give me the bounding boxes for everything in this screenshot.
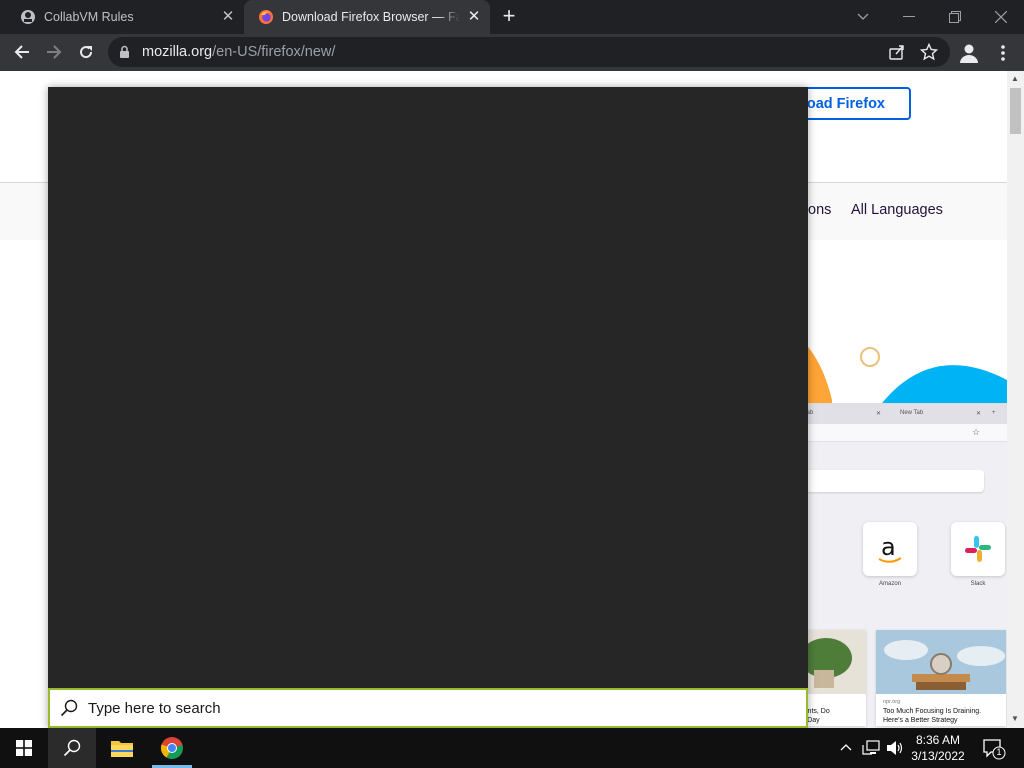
- tile-label: Slack: [970, 581, 986, 587]
- clock-time: 8:36 AM: [915, 733, 961, 747]
- clock-date: 3/13/2022: [911, 749, 965, 763]
- page-scrollbar[interactable]: ▲ ▼: [1007, 71, 1024, 728]
- taskbar-search-button[interactable]: [48, 728, 96, 768]
- restore-button[interactable]: [932, 0, 978, 34]
- arrow-right-icon: [47, 45, 62, 59]
- new-tab-button[interactable]: +: [498, 5, 520, 28]
- scroll-down-arrow-icon[interactable]: ▼: [1011, 714, 1019, 723]
- browser-tabstrip: CollabVM Rules ✕ Download Firefox Browse…: [0, 0, 1024, 34]
- windows-search-input[interactable]: Type here to search: [48, 688, 808, 728]
- reload-icon: [80, 46, 93, 59]
- firefox-icon: [259, 10, 273, 24]
- slack-icon: [951, 522, 1005, 576]
- file-explorer-button[interactable]: [98, 728, 146, 768]
- amazon-icon: a: [863, 522, 917, 576]
- arrow-left-icon: [14, 45, 29, 59]
- system-clock[interactable]: 8:36 AM 3/13/2022: [904, 732, 972, 764]
- minimize-icon: [903, 16, 915, 17]
- tab-search-button[interactable]: [840, 0, 886, 34]
- minimize-button[interactable]: [886, 0, 932, 34]
- search-icon: [63, 739, 81, 757]
- network-icon[interactable]: [862, 740, 880, 756]
- address-bar[interactable]: mozilla.org/en-US/firefox/new/: [108, 37, 950, 67]
- url-host: mozilla.org: [142, 44, 213, 60]
- scrollbar-thumb[interactable]: [1010, 88, 1021, 134]
- folder-icon: [111, 741, 133, 757]
- notification-count: 1: [996, 747, 1002, 757]
- chrome-taskbar-button[interactable]: [148, 728, 196, 768]
- action-center-button[interactable]: 1: [982, 738, 1006, 760]
- mock-url-bar: ☆: [780, 424, 1007, 442]
- forward-button[interactable]: [40, 38, 68, 66]
- bookmark-star-icon[interactable]: [920, 43, 938, 61]
- close-icon: ✕: [876, 411, 882, 417]
- url-path: /en-US/firefox/new/: [212, 44, 336, 60]
- clock-image: [876, 630, 1006, 694]
- back-button[interactable]: [8, 38, 36, 66]
- mock-search-field: [806, 470, 984, 492]
- reload-button[interactable]: [72, 38, 100, 66]
- screen: CollabVM Rules ✕ Download Firefox Browse…: [0, 0, 1024, 768]
- story-headline: Too Much Focusing Is Draining. Here's a …: [883, 708, 982, 724]
- profile-icon[interactable]: [958, 42, 980, 64]
- close-icon: [995, 11, 1007, 23]
- url-text: mozilla.org/en-US/firefox/new/: [142, 44, 335, 60]
- plus-icon: +: [992, 410, 996, 416]
- tab-title: Download Firefox Browser — Fast, Private…: [282, 10, 460, 24]
- star-icon: ☆: [972, 427, 981, 437]
- more-menu-icon[interactable]: [994, 43, 1012, 63]
- mock-tabbar: New Tab ✕ New Tab ✕ +: [780, 404, 1007, 424]
- tab-collabvm-rules[interactable]: CollabVM Rules ✕: [8, 0, 244, 34]
- search-icon: [60, 699, 78, 717]
- mock-browser-screenshot: New Tab ✕ New Tab ✕ + ☆ a m Amazon Slack: [736, 403, 1007, 728]
- volume-icon[interactable]: [886, 740, 904, 756]
- browser-toolbar: mozilla.org/en-US/firefox/new/: [0, 34, 1024, 71]
- restore-icon: [949, 11, 961, 23]
- tile-label: Amazon: [878, 581, 901, 587]
- windows-search-panel: Type here to search: [48, 87, 808, 728]
- chevron-down-icon: [857, 13, 869, 20]
- story-source: npr.org: [883, 699, 901, 705]
- share-icon[interactable]: [888, 43, 906, 61]
- windows-taskbar: 8:36 AM 3/13/2022 1: [0, 728, 1024, 768]
- windows-logo-icon: [16, 740, 32, 756]
- subnav-all-languages[interactable]: All Languages: [851, 202, 943, 218]
- chevron-up-icon[interactable]: [840, 743, 852, 751]
- close-window-button[interactable]: [978, 0, 1024, 34]
- tab-close-icon[interactable]: ✕: [220, 9, 236, 25]
- mock-tab-right: New Tab: [900, 410, 924, 416]
- tab-title: CollabVM Rules: [44, 10, 134, 24]
- scroll-up-arrow-icon[interactable]: ▲: [1011, 74, 1019, 83]
- chrome-icon: [160, 737, 183, 759]
- svg-text:a: a: [881, 533, 896, 561]
- start-button[interactable]: [0, 728, 48, 768]
- close-icon: ✕: [976, 411, 982, 417]
- tab-close-icon[interactable]: ✕: [466, 9, 482, 25]
- story-card: npr.org Too Much Focusing Is Draining. H…: [876, 630, 1006, 726]
- subnav-link-fragment[interactable]: ons: [808, 202, 831, 218]
- tab-download-firefox[interactable]: Download Firefox Browser — Fast, Private…: [244, 0, 490, 34]
- lock-icon: [120, 45, 129, 58]
- search-placeholder: Type here to search: [88, 700, 221, 717]
- collabvm-icon: [21, 10, 35, 24]
